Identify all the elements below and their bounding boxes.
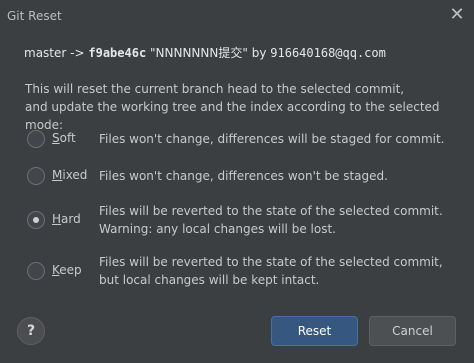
- window-title: Git Reset: [7, 9, 62, 23]
- branch-name: master: [24, 46, 67, 60]
- mode-label-hard[interactable]: Hard: [52, 212, 81, 226]
- cancel-button[interactable]: Cancel: [369, 316, 456, 346]
- dialog-content: master -> f9abe46c "NNNNNNN提交" by 916640…: [0, 32, 474, 363]
- mode-label-soft[interactable]: Soft: [52, 131, 76, 145]
- description-line-1: This will reset the current branch head …: [25, 82, 405, 96]
- reset-button[interactable]: Reset: [271, 316, 358, 346]
- help-button[interactable]: ?: [17, 317, 45, 345]
- mode-desc-keep: Files will be reverted to the state of t…: [99, 255, 443, 287]
- mode-label-keep[interactable]: Keep: [52, 263, 82, 277]
- mode-desc-soft: Files won't change, differences will be …: [99, 132, 445, 146]
- title-bar: Git Reset ✕: [0, 0, 474, 33]
- by-text: by: [251, 46, 267, 60]
- mode-label-mixed[interactable]: Mixed: [52, 168, 87, 182]
- radio-mixed[interactable]: [27, 167, 45, 185]
- commit-header: master -> f9abe46c "NNNNNNN提交" by 916640…: [24, 44, 386, 61]
- radio-hard[interactable]: [27, 211, 45, 229]
- author-email: 916640168@qq.com: [270, 46, 386, 60]
- radio-keep[interactable]: [27, 262, 45, 280]
- close-icon[interactable]: ✕: [448, 6, 466, 24]
- commit-hash: f9abe46c: [88, 46, 147, 60]
- description-line-2: and update the working tree and the inde…: [25, 100, 440, 132]
- commit-message: "NNNNNNN提交": [150, 46, 248, 60]
- radio-soft[interactable]: [27, 130, 45, 148]
- arrow-text: ->: [70, 46, 85, 60]
- mode-desc-hard: Files will be reverted to the state of t…: [99, 204, 443, 236]
- mode-desc-mixed: Files won't change, differences won't be…: [99, 169, 388, 183]
- reset-description: This will reset the current branch head …: [25, 80, 465, 134]
